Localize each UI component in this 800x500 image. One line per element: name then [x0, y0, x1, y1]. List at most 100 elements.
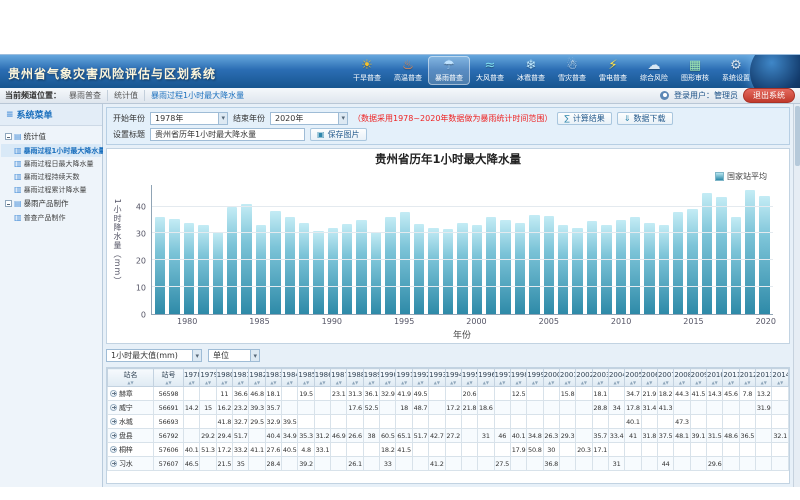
expand-icon[interactable]: [110, 446, 117, 453]
module-hail[interactable]: ❄冰雹普查: [511, 57, 551, 84]
col-header-1986[interactable]: 1986▲▼: [314, 369, 330, 387]
sort-arrows-icon[interactable]: ▲▼: [380, 380, 395, 385]
col-header-1991[interactable]: 1991▲▼: [396, 369, 412, 387]
sort-arrows-icon[interactable]: ▲▼: [108, 380, 153, 385]
sort-arrows-icon[interactable]: ▲▼: [413, 380, 428, 385]
chart-title-input[interactable]: 贵州省历年1小时最大降水量: [150, 128, 305, 141]
col-header-2006[interactable]: 2006▲▼: [641, 369, 657, 387]
sort-arrows-icon[interactable]: ▲▼: [331, 380, 346, 385]
collapse-icon[interactable]: [5, 133, 12, 140]
sort-arrows-icon[interactable]: ▲▼: [200, 380, 215, 385]
col-header-2008[interactable]: 2008▲▼: [674, 369, 690, 387]
sort-arrows-icon[interactable]: ▲▼: [154, 380, 183, 385]
col-header-1984[interactable]: 1984▲▼: [282, 369, 298, 387]
col-header-1997[interactable]: 1997▲▼: [494, 369, 510, 387]
col-header-2014[interactable]: 2014▲▼: [772, 369, 789, 387]
sort-arrows-icon[interactable]: ▲▼: [593, 380, 608, 385]
sort-arrows-icon[interactable]: ▲▼: [625, 380, 640, 385]
col-header-站号[interactable]: 站号▲▼: [154, 369, 184, 387]
calculate-button[interactable]: ∑计算结果: [557, 112, 611, 125]
menu-item[interactable]: ▥暴雨过程持续天数: [1, 170, 101, 183]
col-header-2004[interactable]: 2004▲▼: [608, 369, 624, 387]
col-header-1987[interactable]: 1987▲▼: [331, 369, 347, 387]
module-map-audit[interactable]: ▦图形审核: [675, 57, 715, 84]
sort-arrows-icon[interactable]: ▲▼: [691, 380, 706, 385]
sort-arrows-icon[interactable]: ▲▼: [756, 380, 771, 385]
col-header-2009[interactable]: 2009▲▼: [690, 369, 706, 387]
sort-arrows-icon[interactable]: ▲▼: [184, 380, 199, 385]
col-header-1985[interactable]: 1985▲▼: [298, 369, 314, 387]
sort-arrows-icon[interactable]: ▲▼: [527, 380, 542, 385]
sort-arrows-icon[interactable]: ▲▼: [560, 380, 575, 385]
station-row[interactable]: 水城5669341.832.729.532.939.540.147.3: [108, 415, 789, 429]
station-row[interactable]: 赫章565981136.646.818.119.523.131.336.132.…: [108, 387, 789, 401]
sort-arrows-icon[interactable]: ▲▼: [396, 380, 411, 385]
col-header-站名[interactable]: 站名▲▼: [108, 369, 154, 387]
sort-arrows-icon[interactable]: ▲▼: [429, 380, 444, 385]
col-header-1995[interactable]: 1995▲▼: [461, 369, 477, 387]
vertical-scrollbar[interactable]: [793, 104, 800, 487]
col-header-1980[interactable]: 1980▲▼: [216, 369, 232, 387]
module-gale[interactable]: ≈大风普查: [470, 57, 510, 84]
station-row[interactable]: 习水5760746.521.53528.439.226.13341.227.53…: [108, 457, 789, 471]
sort-arrows-icon[interactable]: ▲▼: [723, 380, 738, 385]
value-type-select[interactable]: 1小时最大值(mm)▾: [106, 349, 202, 362]
module-snow[interactable]: ☃雪灾普查: [552, 57, 592, 84]
download-button[interactable]: ⇓数据下载: [617, 112, 673, 125]
sort-arrows-icon[interactable]: ▲▼: [233, 380, 248, 385]
sort-arrows-icon[interactable]: ▲▼: [511, 380, 526, 385]
col-header-1981[interactable]: 1981▲▼: [233, 369, 249, 387]
station-row[interactable]: 桐梓5760640.151.317.233.241.127.640.54.833…: [108, 443, 789, 457]
menu-item[interactable]: ▥暴雨过程1小时最大降水量: [1, 144, 101, 157]
col-header-1993[interactable]: 1993▲▼: [429, 369, 445, 387]
module-rainstorm[interactable]: ☂暴雨普查: [429, 57, 469, 84]
start-year-select[interactable]: 1978年▾: [150, 112, 228, 125]
sort-arrows-icon[interactable]: ▲▼: [772, 380, 788, 385]
sort-arrows-icon[interactable]: ▲▼: [315, 380, 330, 385]
sort-arrows-icon[interactable]: ▲▼: [609, 380, 624, 385]
sort-arrows-icon[interactable]: ▲▼: [544, 380, 559, 385]
col-header-1989[interactable]: 1989▲▼: [363, 369, 379, 387]
sort-arrows-icon[interactable]: ▲▼: [576, 380, 591, 385]
tree-group[interactable]: ▤统计值: [1, 129, 101, 144]
sort-arrows-icon[interactable]: ▲▼: [658, 380, 673, 385]
expand-icon[interactable]: [110, 390, 117, 397]
col-header-2003[interactable]: 2003▲▼: [592, 369, 608, 387]
col-header-1982[interactable]: 1982▲▼: [249, 369, 265, 387]
sort-arrows-icon[interactable]: ▲▼: [674, 380, 689, 385]
expand-icon[interactable]: [110, 418, 117, 425]
col-header-1978[interactable]: 1978▲▼: [184, 369, 200, 387]
crumb-0[interactable]: 暴雨普查: [63, 90, 108, 101]
col-header-1979[interactable]: 1979▲▼: [200, 369, 216, 387]
sort-arrows-icon[interactable]: ▲▼: [249, 380, 264, 385]
module-risk[interactable]: ☁综合风险: [634, 57, 674, 84]
module-high-temp[interactable]: ♨高温普查: [388, 57, 428, 84]
col-header-2002[interactable]: 2002▲▼: [576, 369, 592, 387]
station-row[interactable]: 盘县5679229.229.451.740.434.935.331.246.92…: [108, 429, 789, 443]
col-header-2013[interactable]: 2013▲▼: [756, 369, 772, 387]
sort-arrows-icon[interactable]: ▲▼: [740, 380, 755, 385]
collapse-icon[interactable]: [5, 200, 12, 207]
sort-arrows-icon[interactable]: ▲▼: [266, 380, 281, 385]
col-header-1992[interactable]: 1992▲▼: [412, 369, 428, 387]
col-header-1996[interactable]: 1996▲▼: [478, 369, 494, 387]
tree-group[interactable]: ▤暴雨产品制作: [1, 196, 101, 211]
menu-item[interactable]: ▥暴雨过程累计降水量: [1, 183, 101, 196]
col-header-1983[interactable]: 1983▲▼: [265, 369, 281, 387]
sort-arrows-icon[interactable]: ▲▼: [446, 380, 461, 385]
expand-icon[interactable]: [110, 404, 117, 411]
station-row[interactable]: 威宁5669114.21516.223.239.335.717.652.5184…: [108, 401, 789, 415]
sort-arrows-icon[interactable]: ▲▼: [642, 380, 657, 385]
crumb-2[interactable]: 暴雨过程1小时最大降水量: [145, 90, 250, 101]
crumb-1[interactable]: 统计值: [108, 90, 145, 101]
sort-arrows-icon[interactable]: ▲▼: [282, 380, 297, 385]
col-header-1998[interactable]: 1998▲▼: [510, 369, 526, 387]
sort-arrows-icon[interactable]: ▲▼: [347, 380, 362, 385]
col-header-2010[interactable]: 2010▲▼: [707, 369, 723, 387]
sort-arrows-icon[interactable]: ▲▼: [217, 380, 232, 385]
sort-arrows-icon[interactable]: ▲▼: [495, 380, 510, 385]
col-header-2011[interactable]: 2011▲▼: [723, 369, 739, 387]
module-lightning[interactable]: ⚡雷电普查: [593, 57, 633, 84]
scrollbar-thumb[interactable]: [795, 106, 800, 166]
col-header-2005[interactable]: 2005▲▼: [625, 369, 641, 387]
